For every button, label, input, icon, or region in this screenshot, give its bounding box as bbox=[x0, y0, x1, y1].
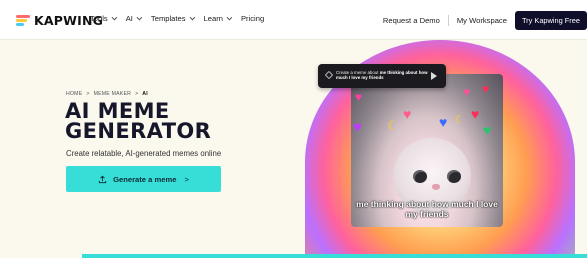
page-subtitle: Create relatable, AI-generated memes onl… bbox=[66, 149, 222, 158]
my-workspace-link[interactable]: My Workspace bbox=[457, 16, 507, 25]
chevron-down-icon bbox=[226, 14, 233, 20]
top-nav: KAPWING Tools AI Templates Learn Pricing… bbox=[0, 0, 587, 40]
chevron-down-icon bbox=[111, 14, 117, 20]
prompt-text: Create a meme about me thinking about ho… bbox=[336, 70, 428, 81]
page-title: AI MEME GENERATOR bbox=[65, 99, 212, 143]
nav-templates[interactable]: Templates bbox=[151, 14, 195, 23]
nav-actions: Request a Demo My Workspace Try Kapwing … bbox=[383, 11, 587, 30]
request-demo-link[interactable]: Request a Demo bbox=[383, 16, 440, 25]
breadcrumb-home[interactable]: HOME bbox=[66, 91, 82, 97]
try-free-button[interactable]: Try Kapwing Free bbox=[514, 11, 587, 30]
edit-icon bbox=[324, 70, 334, 80]
heart-icon: ♥ bbox=[355, 90, 363, 104]
meme-preview-image: ♥ ♥ ♥ ♥ ♥ ♥ ♥ ♥ ♥ ♥ ☾ ☾ me thinking abou… bbox=[351, 74, 503, 227]
nav-links: Tools AI Templates Learn Pricing bbox=[90, 14, 275, 23]
nav-learn[interactable]: Learn bbox=[204, 14, 233, 23]
moon-icon: ☾ bbox=[387, 118, 399, 133]
breadcrumb-separator: > bbox=[135, 91, 139, 97]
heart-icon: ♥ bbox=[439, 114, 448, 130]
breadcrumb-meme-maker[interactable]: MEME MAKER bbox=[94, 91, 131, 97]
heart-icon: ♥ bbox=[403, 106, 412, 122]
nav-divider bbox=[447, 15, 449, 26]
ai-prompt-card[interactable]: Create a meme about me thinking about ho… bbox=[318, 64, 446, 88]
nav-pricing[interactable]: Pricing bbox=[241, 14, 264, 23]
chevron-down-icon bbox=[136, 14, 143, 20]
section-accent-bar bbox=[82, 254, 587, 258]
kapwing-logo-icon bbox=[16, 14, 30, 26]
heart-icon: ♥ bbox=[483, 122, 492, 138]
upload-icon bbox=[99, 175, 107, 183]
nav-tools[interactable]: Tools bbox=[90, 14, 117, 23]
play-icon[interactable] bbox=[431, 72, 437, 80]
generate-meme-button[interactable]: Generate a meme > bbox=[66, 166, 221, 192]
heart-icon: ♥ bbox=[482, 82, 490, 96]
heart-icon: ♥ bbox=[471, 106, 480, 122]
meme-caption: me thinking about how much I love my fri… bbox=[356, 199, 498, 219]
chevron-down-icon bbox=[189, 14, 195, 20]
moon-icon: ☾ bbox=[455, 114, 465, 126]
generate-meme-label: Generate a meme bbox=[113, 174, 177, 184]
breadcrumb-current: AI bbox=[142, 91, 148, 97]
nav-ai[interactable]: AI bbox=[126, 14, 143, 23]
breadcrumb: HOME > MEME MAKER > AI bbox=[66, 91, 148, 97]
breadcrumb-separator: > bbox=[86, 91, 90, 97]
heart-icon: ♥ bbox=[463, 85, 471, 99]
heart-icon: ♥ bbox=[353, 119, 362, 136]
chevron-right-icon: > bbox=[184, 174, 189, 184]
